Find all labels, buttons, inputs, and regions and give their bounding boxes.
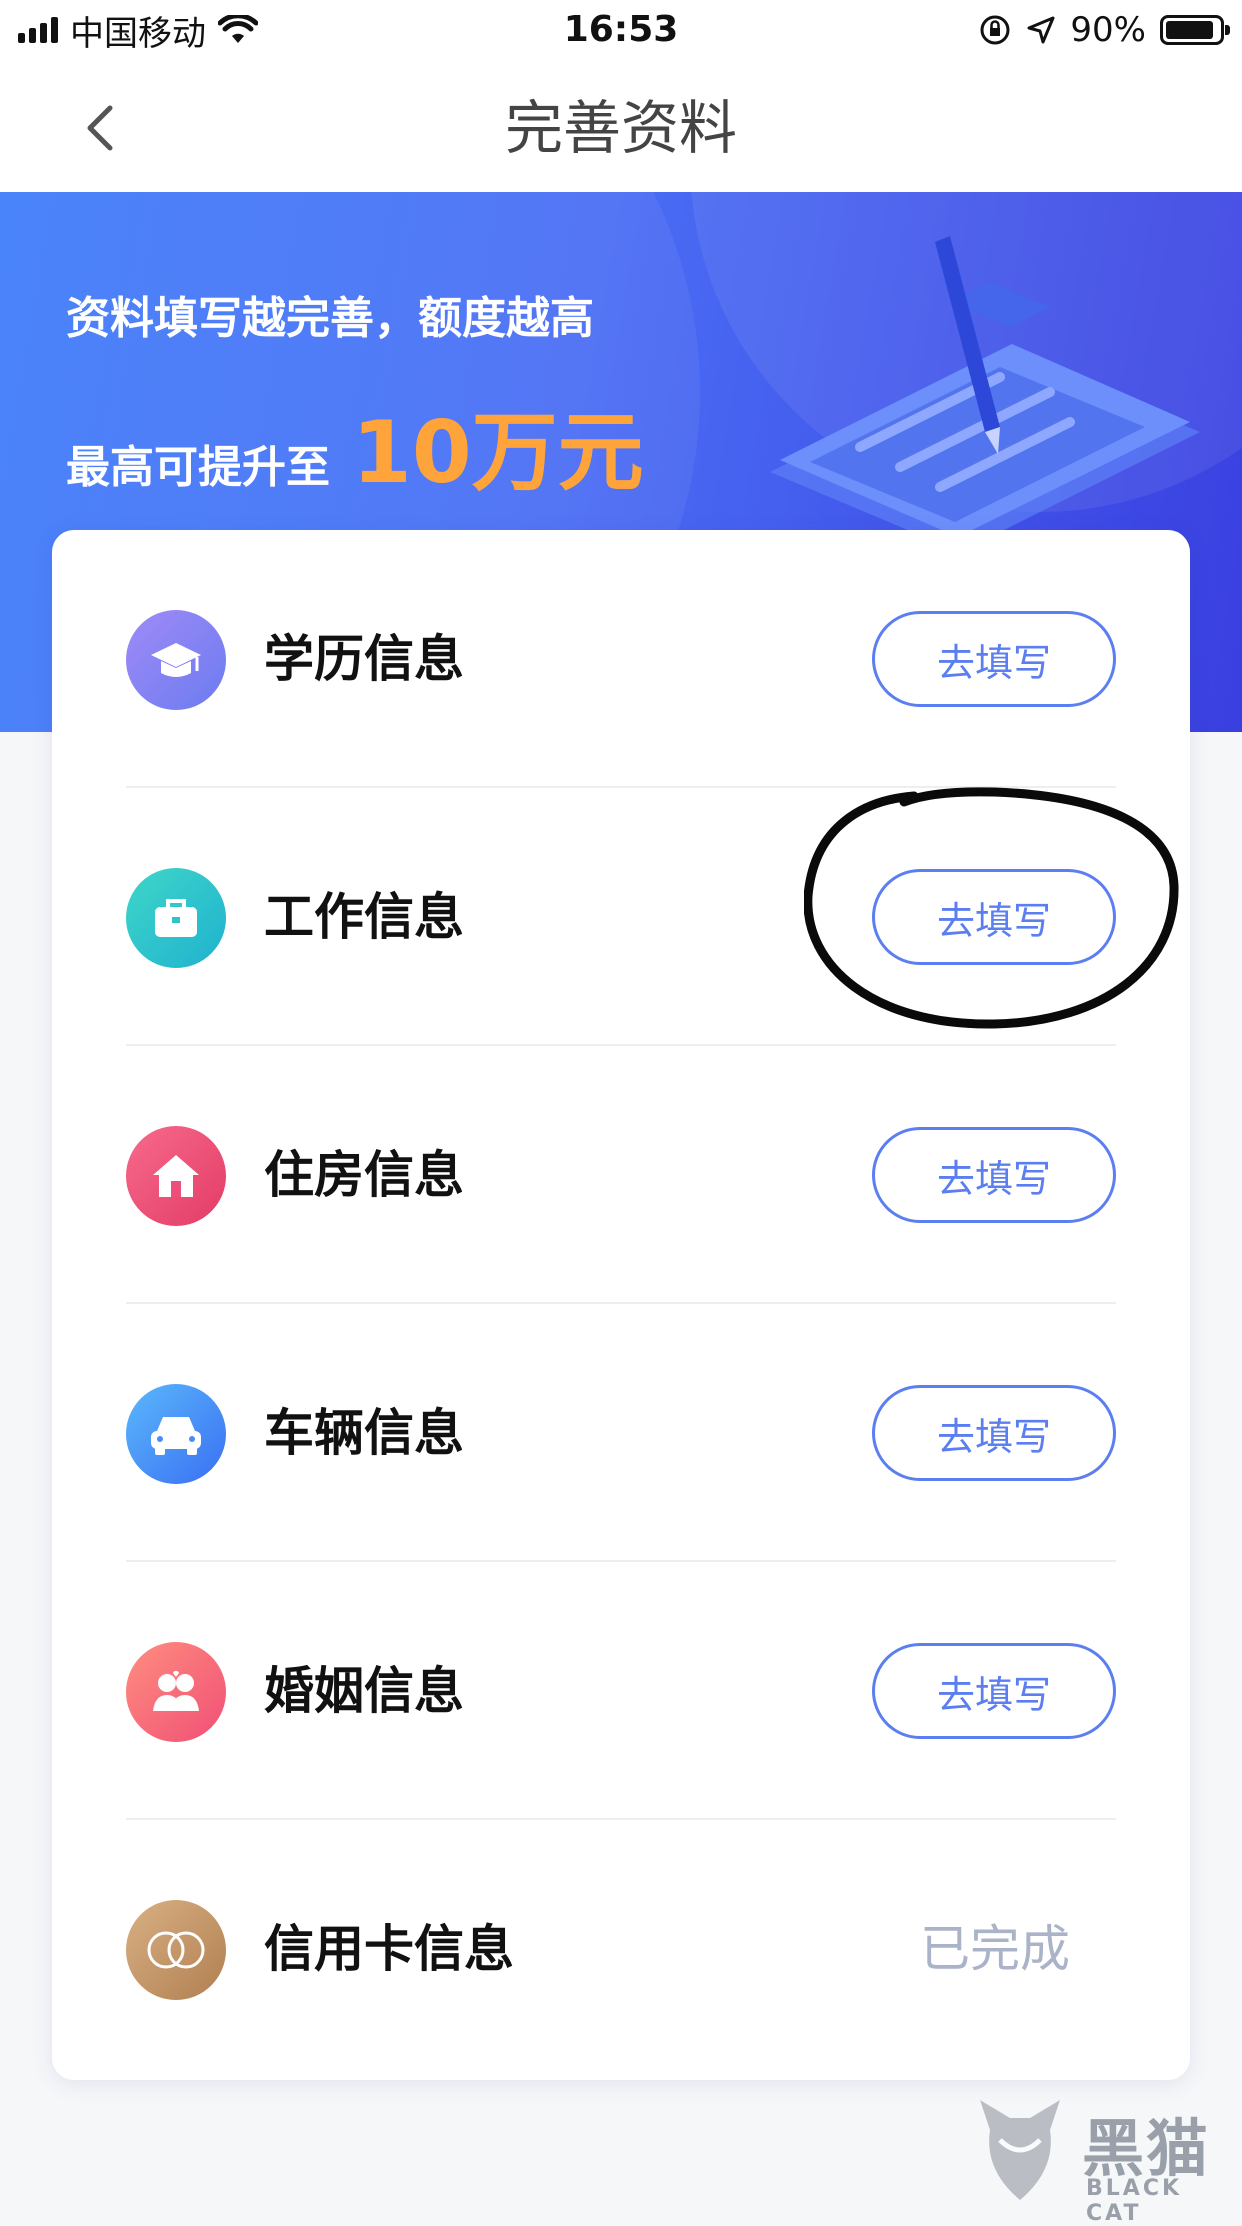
- battery-percent: 90%: [1070, 10, 1146, 50]
- list-item-marriage: 婚姻信息 去填写: [126, 1562, 1116, 1820]
- info-list-card: 学历信息 去填写 工作信息 去填写 住房信息 去填写 车辆信息 去填写 婚姻信息…: [52, 530, 1190, 2080]
- list-item-credit-card: 信用卡信息 已完成: [126, 1820, 1116, 2078]
- status-right: 90%: [978, 8, 1230, 52]
- watermark-text: 黑猫: [1082, 2112, 1211, 2185]
- fill-vehicle-button[interactable]: 去填写: [872, 1385, 1116, 1481]
- battery-icon: [1160, 15, 1230, 45]
- status-bar: 中国移动 16:53 90%: [0, 0, 1242, 64]
- list-item-education: 学历信息 去填写: [126, 530, 1116, 788]
- item-label: 信用卡信息: [264, 1920, 514, 1978]
- watermark-subtext: BLACK CAT: [1086, 2176, 1183, 2226]
- orientation-lock-icon: [980, 15, 1010, 45]
- car-icon: [126, 1384, 226, 1484]
- fill-education-button[interactable]: 去填写: [872, 611, 1116, 707]
- completed-status: 已完成: [920, 1920, 1070, 1978]
- banner-subline-prefix: 最高可提升至: [66, 442, 330, 493]
- banner-subline: 最高可提升至 10万元: [66, 382, 644, 507]
- graduation-cap-icon: [126, 610, 226, 710]
- nav-bar: 完善资料: [0, 64, 1242, 192]
- list-item-vehicle: 车辆信息 去填写: [126, 1304, 1116, 1562]
- item-label: 学历信息: [264, 630, 464, 688]
- list-item-housing: 住房信息 去填写: [126, 1046, 1116, 1304]
- battery-fill: [1166, 21, 1213, 39]
- item-label: 住房信息: [264, 1146, 464, 1204]
- clipboard-pen-illustration: [770, 236, 1200, 552]
- fill-work-button[interactable]: 去填写: [872, 869, 1116, 965]
- house-icon: [126, 1126, 226, 1226]
- fill-housing-button[interactable]: 去填写: [872, 1127, 1116, 1223]
- mastercard-icon: [126, 1900, 226, 2000]
- list-item-work: 工作信息 去填写: [126, 788, 1116, 1046]
- banner-amount: 10万元: [352, 403, 644, 503]
- item-label: 婚姻信息: [264, 1662, 464, 1720]
- briefcase-icon: [126, 868, 226, 968]
- item-label: 工作信息: [264, 888, 464, 946]
- couple-icon: [126, 1642, 226, 1742]
- page-title: 完善资料: [504, 94, 737, 162]
- item-label: 车辆信息: [264, 1404, 464, 1462]
- location-icon: [1027, 16, 1055, 44]
- fill-marriage-button[interactable]: 去填写: [872, 1643, 1116, 1739]
- banner-headline: 资料填写越完善，额度越高: [66, 293, 594, 344]
